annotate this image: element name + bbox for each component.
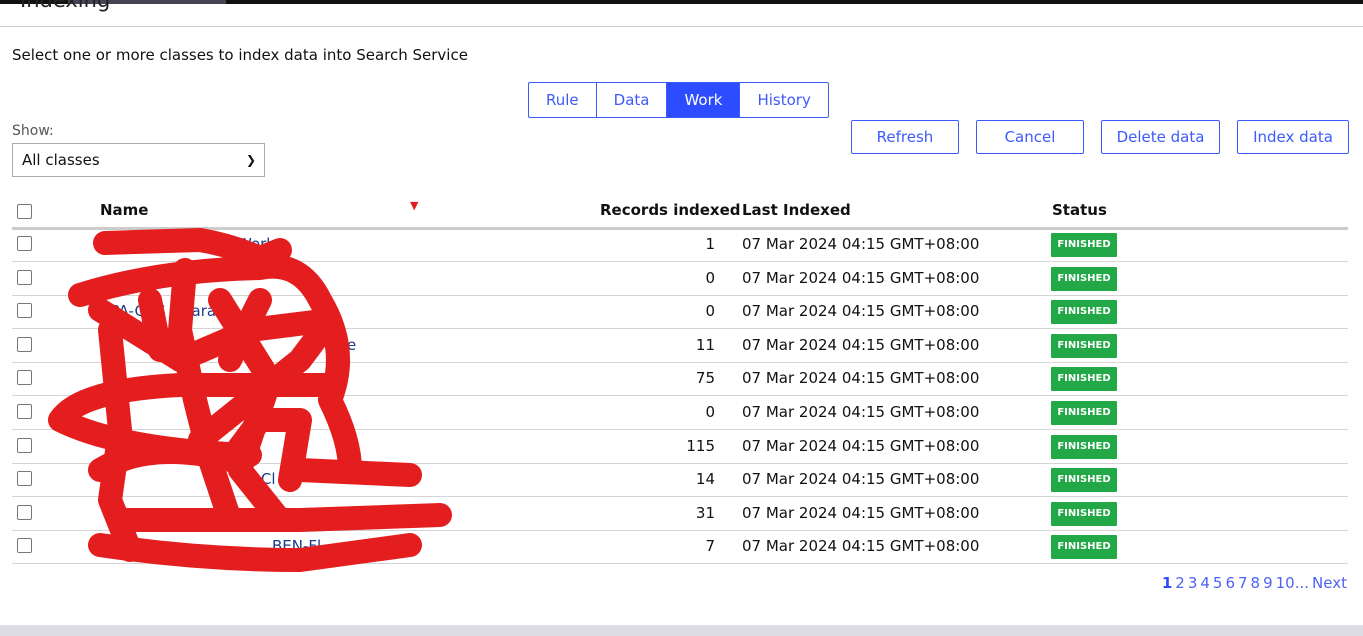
last-indexed: 07 Mar 2024 04:15 GMT+08:00 — [742, 436, 980, 455]
last-indexed: 07 Mar 2024 04:15 GMT+08:00 — [742, 537, 980, 556]
next-page-link[interactable]: Next — [1312, 574, 1347, 592]
records-header[interactable]: Records indexed — [600, 201, 741, 219]
cancel-button[interactable]: Cancel — [976, 120, 1084, 154]
status-badge: FINISHED — [1051, 266, 1117, 291]
page-link[interactable]: 7 — [1238, 574, 1248, 592]
name-header[interactable]: Name — [100, 201, 148, 219]
top-bar — [0, 0, 1363, 4]
last-indexed: 07 Mar 2024 04:15 GMT+08:00 — [742, 235, 980, 253]
table-row: 0 07 Mar 2024 04:15 GMT+08:00 FINISHED — [12, 262, 1348, 296]
tab-bar: Rule Data Work History — [528, 82, 829, 118]
page-link[interactable]: 2 — [1175, 574, 1185, 592]
row-checkbox[interactable] — [17, 303, 32, 319]
row-checkbox[interactable] — [17, 336, 32, 352]
row-checkbox[interactable] — [17, 370, 32, 386]
status-badge: FINISHED — [1051, 468, 1117, 493]
table-row: 0 07 Mar 2024 04:15 GMT+08:00 FINISHED — [12, 396, 1348, 430]
last-indexed-header[interactable]: Last Indexed — [742, 201, 851, 219]
row-checkbox[interactable] — [17, 236, 32, 251]
status-badge: FINISHED — [1051, 535, 1117, 560]
row-checkbox[interactable] — [17, 404, 32, 419]
row-checkbox[interactable] — [17, 269, 32, 285]
tab-data[interactable]: Data — [597, 83, 668, 117]
table-row: k- Cl 14 07 Mar 2024 04:15 GMT+08:00 FIN… — [12, 463, 1348, 498]
status-badge: FINISHED — [1051, 300, 1117, 325]
divider — [0, 26, 1363, 27]
tab-history[interactable]: History — [740, 83, 827, 117]
table-header: Name ▼ Records indexed Last Indexed Stat… — [12, 199, 1348, 230]
page-link[interactable]: 4 — [1200, 574, 1210, 592]
class-name[interactable]: Work — [237, 228, 275, 261]
status-badge: FINISHED — [1051, 233, 1117, 257]
last-indexed: 07 Mar 2024 04:15 GMT+08:00 — [742, 335, 980, 354]
records-indexed: 31 — [695, 503, 715, 522]
last-indexed: 07 Mar 2024 04:15 GMT+08:00 — [742, 369, 980, 388]
table-row: 75 07 Mar 2024 04:15 GMT+08:00 FINISHED — [12, 362, 1348, 397]
status-header[interactable]: Status — [1052, 201, 1107, 219]
page-link[interactable]: 6 — [1225, 574, 1235, 592]
table-row: 31 07 Mar 2024 04:15 GMT+08:00 FINISHED — [12, 497, 1348, 531]
table-row: BEN-Fl 7 07 Mar 2024 04:15 GMT+08:00 FIN… — [12, 530, 1348, 565]
table-row: e 11 07 Mar 2024 04:15 GMT+08:00 FINISHE… — [12, 329, 1348, 363]
class-filter-select[interactable]: All classes ❯ — [12, 143, 265, 177]
page-title: Indexing — [20, 0, 111, 12]
tab-rule[interactable]: Rule — [529, 83, 597, 117]
row-checkbox[interactable] — [17, 538, 32, 554]
last-indexed: 07 Mar 2024 04:15 GMT+08:00 — [742, 503, 980, 522]
status-badge: FINISHED — [1051, 333, 1117, 358]
last-indexed: 07 Mar 2024 04:15 GMT+08:00 — [742, 470, 980, 489]
delete-data-button[interactable]: Delete data — [1101, 120, 1220, 154]
page-link[interactable]: 10... — [1276, 574, 1309, 592]
row-checkbox[interactable] — [17, 437, 32, 453]
chevron-down-icon: ❯ — [245, 153, 256, 167]
page-link[interactable]: 1 — [1162, 574, 1172, 592]
records-indexed: 11 — [695, 335, 715, 354]
records-indexed: 14 — [695, 470, 715, 489]
status-badge: FINISHED — [1051, 401, 1117, 425]
table-row: 115 07 Mar 2024 04:15 GMT+08:00 FINISHED — [12, 430, 1348, 464]
class-name[interactable]: CPA-GBS Guarantee — [100, 295, 250, 328]
last-indexed: 07 Mar 2024 04:15 GMT+08:00 — [742, 403, 980, 421]
table-row: Work 1 07 Mar 2024 04:15 GMT+08:00 FINIS… — [12, 228, 1348, 262]
status-badge: FINISHED — [1051, 367, 1117, 392]
refresh-button[interactable]: Refresh — [851, 120, 959, 154]
row-checkbox[interactable] — [17, 471, 32, 487]
row-checkbox[interactable] — [17, 504, 32, 520]
select-all-checkbox[interactable] — [17, 204, 32, 219]
class-name[interactable]: e — [347, 329, 356, 362]
table-row: CPA-GBS Guarantee 0 07 Mar 2024 04:15 GM… — [12, 295, 1348, 330]
status-badge: FINISHED — [1051, 501, 1117, 526]
page-link[interactable]: 9 — [1263, 574, 1273, 592]
pagination: 1 2 3 4 5 6 7 8 9 10... Next — [1162, 574, 1347, 592]
class-name[interactable]: k- Cl — [242, 463, 276, 496]
records-indexed: 0 — [705, 403, 715, 421]
class-name[interactable]: BEN-Fl — [272, 530, 321, 563]
intro-text: Select one or more classes to index data… — [12, 46, 468, 64]
records-indexed: 1 — [705, 235, 715, 253]
page-link[interactable]: 8 — [1251, 574, 1261, 592]
page-link[interactable]: 5 — [1213, 574, 1223, 592]
last-indexed: 07 Mar 2024 04:15 GMT+08:00 — [742, 268, 980, 287]
index-data-button[interactable]: Index data — [1237, 120, 1349, 154]
select-value: All classes — [22, 151, 100, 169]
last-indexed: 07 Mar 2024 04:15 GMT+08:00 — [742, 302, 980, 321]
tab-work[interactable]: Work — [667, 83, 741, 117]
records-indexed: 75 — [695, 369, 715, 388]
filter-icon[interactable]: ▼ — [410, 199, 418, 212]
records-indexed: 7 — [705, 537, 715, 556]
bottom-scrollbar[interactable] — [0, 625, 1363, 636]
records-indexed: 115 — [686, 436, 715, 455]
status-badge: FINISHED — [1051, 434, 1117, 459]
page-link[interactable]: 3 — [1188, 574, 1198, 592]
records-indexed: 0 — [705, 268, 715, 287]
records-indexed: 0 — [705, 302, 715, 321]
show-label: Show: — [12, 123, 54, 139]
